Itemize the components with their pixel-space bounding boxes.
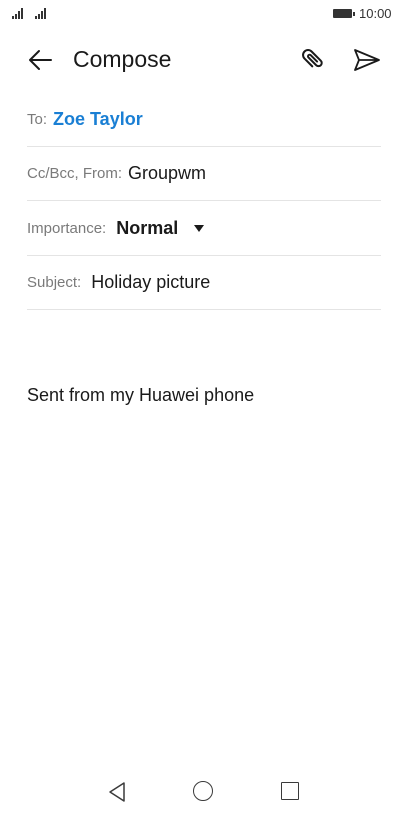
paperclip-icon[interactable] [298,45,328,75]
nav-back-icon[interactable] [106,780,128,804]
subject-label: Subject: [27,274,82,291]
subject-input[interactable]: Holiday picture [91,272,210,293]
status-bar: 10:00 [0,0,408,30]
importance-value: Normal [116,218,179,238]
signal-strength-icon [35,8,47,19]
cc-bcc-from-label: Cc/Bcc, From: [27,165,123,182]
to-field[interactable]: To: Zoe Taylor [27,93,381,147]
cc-bcc-from-field[interactable]: Cc/Bcc, From: Groupwm [27,147,381,201]
from-account-value: Groupwm [128,163,207,183]
importance-label: Importance: [27,220,107,237]
status-time: 10:00 [359,6,392,21]
arrow-left-icon[interactable] [27,48,53,72]
send-icon[interactable] [353,48,381,72]
nav-home-icon[interactable] [193,781,213,801]
nav-recents-icon[interactable] [281,782,299,800]
system-navigation-bar [0,770,408,816]
page-title: Compose [73,46,172,72]
battery-icon [333,9,355,18]
dropdown-triangle-icon[interactable] [194,225,205,232]
recipient-chip[interactable]: Zoe Taylor [53,109,143,130]
compose-screen: 10:00 Compose To: Zoe Taylor Cc/Bcc, Fro… [0,0,408,816]
to-label: To: [27,111,48,128]
app-bar: Compose [0,38,408,82]
subject-field[interactable]: Subject: Holiday picture [27,256,381,310]
signal-strength-icon [12,8,24,19]
email-body-signature[interactable]: Sent from my Huawei phone [27,385,254,406]
importance-selector[interactable]: Importance: Normal [27,202,381,256]
